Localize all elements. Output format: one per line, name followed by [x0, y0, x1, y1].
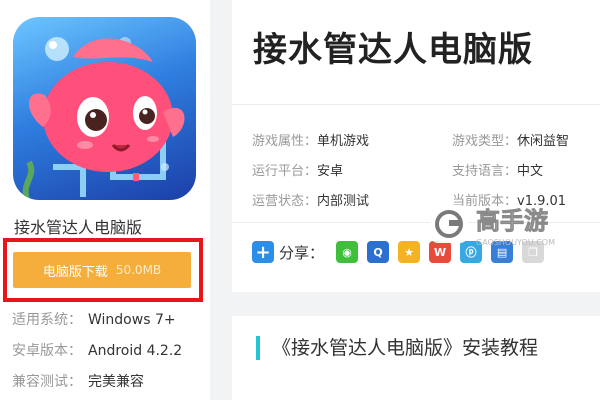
spec-label: 兼容测试：: [12, 374, 82, 390]
spec-label: 适用系统：: [12, 312, 82, 328]
attr-label: 运营状态：: [252, 194, 318, 209]
app-name: 接水管达人电脑版: [14, 218, 143, 237]
app-summary-card: 接水管达人电脑版 电脑版下载 50.0MB 适用系统： Windows 7+ 安卓…: [0, 0, 210, 400]
download-button[interactable]: 电脑版下载 50.0MB: [13, 252, 191, 288]
attr-value: 休闲益智: [517, 134, 570, 149]
attr-value: 安卓: [317, 164, 344, 179]
install-guide-card: 《接水管达人电脑版》安装教程: [232, 316, 600, 400]
attr-platform: 运行平台：安卓: [252, 160, 343, 179]
svg-text:GAOSHOUYOU.COM: GAOSHOUYOU.COM: [476, 238, 555, 247]
svg-text:高手游: 高手游: [476, 207, 548, 235]
wechat-icon[interactable]: ◉: [336, 241, 359, 263]
fish-illustration: [22, 37, 185, 200]
page-title: 接水管达人电脑版: [253, 30, 533, 70]
spec-label: 安卓版本：: [12, 343, 82, 359]
qzone-icon[interactable]: ★: [398, 241, 421, 263]
spec-value: Windows 7+: [88, 312, 176, 328]
attr-game-type: 游戏类型：休闲益智: [452, 130, 569, 149]
attr-label: 支持语言：: [452, 164, 518, 179]
attr-label: 游戏属性：: [252, 134, 318, 149]
attr-label: 游戏类型：: [452, 134, 518, 149]
watermark-logo: 高手游 GAOSHOUYOU.COM: [430, 201, 590, 251]
spec-row-android: 安卓版本： Android 4.2.2: [12, 340, 182, 360]
divider: [232, 104, 600, 105]
attr-game-property: 游戏属性：单机游戏: [252, 130, 369, 149]
spec-row-os: 适用系统： Windows 7+: [12, 309, 176, 329]
attr-label: 运行平台：: [252, 164, 318, 179]
download-size: 50.0MB: [115, 263, 162, 277]
download-button-label: 电脑版下载: [42, 264, 108, 280]
attr-language: 支持语言：中文: [452, 160, 543, 179]
attr-value: 中文: [517, 164, 544, 179]
attr-value: 内部测试: [317, 194, 370, 209]
spec-value: 完美兼容: [88, 374, 144, 390]
plus-icon[interactable]: +: [252, 241, 274, 263]
qq-icon[interactable]: Q: [367, 241, 390, 263]
app-icon[interactable]: [13, 17, 196, 200]
attr-value: 单机游戏: [317, 134, 370, 149]
section-title: 《接水管达人电脑版》安装教程: [256, 336, 538, 360]
spec-row-compat: 兼容测试： 完美兼容: [12, 371, 144, 391]
gaoshouyou-logo-icon: 高手游 GAOSHOUYOU.COM: [430, 205, 555, 247]
spec-value: Android 4.2.2: [88, 343, 183, 359]
share-label: 分享：: [279, 243, 325, 262]
attr-status: 运营状态：内部测试: [252, 190, 369, 209]
